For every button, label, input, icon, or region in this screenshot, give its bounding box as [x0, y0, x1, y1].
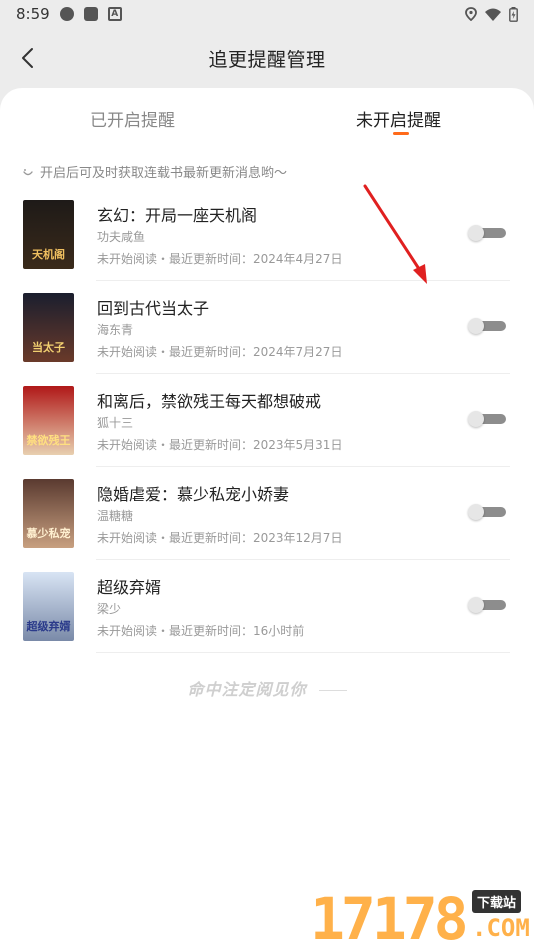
divider: [96, 652, 510, 653]
book-cover[interactable]: 禁欲残王: [23, 386, 74, 455]
reminder-toggle[interactable]: [468, 597, 506, 613]
book-title[interactable]: 隐婚虐爱：慕少私宠小娇妻: [97, 481, 289, 505]
book-author: 狐十三: [97, 416, 134, 430]
book-title[interactable]: 超级弃婿: [97, 574, 161, 598]
location-icon: [465, 7, 477, 21]
toggle-knob: [468, 597, 484, 613]
book-cover[interactable]: 天机阁: [23, 200, 74, 269]
page-title: 追更提醒管理: [208, 48, 326, 71]
book-list: 天机阁 玄幻：开局一座天机阁 功夫咸鱼 未开始阅读・最近更新时间：2024年4月…: [0, 188, 534, 653]
wifi-icon: [485, 8, 501, 21]
book-cover-text: 超级弃婿: [26, 620, 71, 633]
watermark-domain: .COM: [472, 914, 530, 942]
square-app-icon: [83, 7, 98, 21]
book-title[interactable]: 玄幻：开局一座天机阁: [97, 202, 257, 226]
book-author: 梁少: [97, 602, 122, 616]
tip-text: 开启后可及时获取连载书最新更新消息哟～: [40, 166, 288, 181]
footer-slogan-text: 命中注定阅见你: [187, 680, 307, 699]
annotation-arrow-icon: [363, 184, 427, 284]
toggle-knob: [468, 411, 484, 427]
reminder-toggle[interactable]: [468, 318, 506, 334]
book-meta: 未开始阅读・最近更新时间：2024年7月27日: [97, 345, 343, 359]
toggle-knob: [468, 318, 484, 334]
tip-row: 开启后可及时获取连载书最新更新消息哟～: [22, 162, 287, 181]
footer-divider: [318, 690, 347, 691]
site-watermark: 17178 下载站 .COM: [310, 886, 534, 950]
book-cover-text: 禁欲残王: [26, 434, 71, 447]
tab-enabled-reminders[interactable]: 已开启提醒: [90, 106, 175, 131]
book-list-item[interactable]: 慕少私宠 隐婚虐爱：慕少私宠小娇妻 温糖糖 未开始阅读・最近更新时间：2023年…: [0, 467, 534, 560]
book-list-item[interactable]: 当太子 回到古代当太子 海东青 未开始阅读・最近更新时间：2024年7月27日: [0, 281, 534, 374]
a-app-icon: A: [107, 7, 122, 21]
book-cover[interactable]: 慕少私宠: [23, 479, 74, 548]
book-cover[interactable]: 当太子: [23, 293, 74, 362]
toggle-knob: [468, 225, 484, 241]
footer-slogan: 命中注定阅见你: [0, 676, 534, 700]
book-title[interactable]: 回到古代当太子: [97, 295, 209, 319]
book-meta: 未开始阅读・最近更新时间：2024年4月27日: [97, 252, 343, 266]
book-list-item[interactable]: 禁欲残王 和离后，禁欲残王每天都想破戒 狐十三 未开始阅读・最近更新时间：202…: [0, 374, 534, 467]
book-cover-text: 慕少私宠: [26, 527, 71, 540]
status-time: 8:59: [16, 5, 50, 23]
book-meta: 未开始阅读・最近更新时间：2023年12月7日: [97, 531, 343, 545]
watermark-digits: 17178: [310, 885, 469, 950]
book-cover[interactable]: 超级弃婿: [23, 572, 74, 641]
book-list-item[interactable]: 超级弃婿 超级弃婿 梁少 未开始阅读・最近更新时间：16小时前: [0, 560, 534, 653]
book-cover-text: 天机阁: [32, 248, 65, 261]
book-author: 功夫咸鱼: [97, 230, 146, 244]
smile-icon: [23, 168, 33, 175]
reminder-toggle[interactable]: [468, 411, 506, 427]
content-card: 已开启提醒 未开启提醒 开启后可及时获取连载书最新更新消息哟～ 天机阁 玄幻：开…: [0, 88, 534, 950]
book-meta: 未开始阅读・最近更新时间：16小时前: [97, 624, 305, 638]
tab-disabled-reminders[interactable]: 未开启提醒: [356, 106, 441, 131]
book-title[interactable]: 和离后，禁欲残王每天都想破戒: [97, 388, 321, 412]
book-author: 海东青: [97, 323, 134, 337]
book-cover-text: 当太子: [32, 341, 65, 354]
book-author: 温糖糖: [97, 509, 134, 523]
toggle-knob: [468, 504, 484, 520]
reminder-toggle[interactable]: [468, 225, 506, 241]
book-list-item[interactable]: 天机阁 玄幻：开局一座天机阁 功夫咸鱼 未开始阅读・最近更新时间：2024年4月…: [0, 188, 534, 281]
chevron-left-icon: [22, 48, 33, 68]
tab-bar: 已开启提醒 未开启提醒: [0, 88, 534, 148]
book-meta: 未开始阅读・最近更新时间：2023年5月31日: [97, 438, 343, 452]
header: 追更提醒管理: [0, 28, 534, 88]
watermark-badge: 下载站: [472, 890, 522, 913]
settings-icon: [59, 7, 74, 21]
back-button[interactable]: [14, 44, 40, 72]
status-bar: 8:59 A: [0, 0, 534, 28]
active-tab-indicator: [393, 132, 409, 135]
battery-icon: [509, 6, 518, 22]
reminder-toggle[interactable]: [468, 504, 506, 520]
